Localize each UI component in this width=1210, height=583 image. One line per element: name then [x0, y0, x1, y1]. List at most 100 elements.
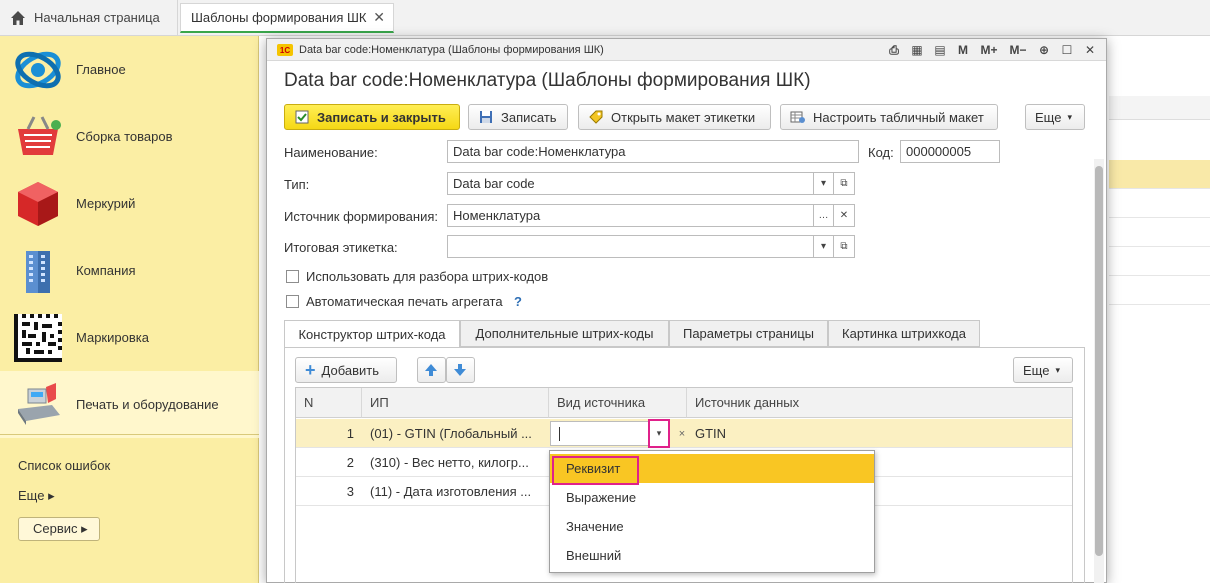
- type-dropdown-icon[interactable]: ▾: [813, 172, 834, 195]
- red-cube-icon: [18, 181, 58, 226]
- name-input[interactable]: Data bar code:Номенклатура: [447, 140, 859, 163]
- memory-m-icon[interactable]: M: [955, 42, 971, 58]
- row-ip: (310) - Вес нетто, килогр...: [370, 455, 529, 470]
- move-up-button[interactable]: [417, 357, 446, 383]
- service-button[interactable]: Сервис ▸: [18, 517, 100, 541]
- save-button[interactable]: Записать: [468, 104, 568, 130]
- sidebar-item-main[interactable]: Главное: [0, 36, 259, 103]
- memory-m-plus-icon[interactable]: M+: [978, 42, 1000, 58]
- column-header-source-kind[interactable]: Вид источника: [549, 388, 687, 418]
- setup-table-layout-label: Настроить табличный макет: [813, 109, 984, 125]
- column-header-data-source[interactable]: Источник данных: [687, 388, 1072, 418]
- final-label-open-icon[interactable]: ⧉: [834, 235, 855, 258]
- zoom-icon[interactable]: ⊕: [1036, 42, 1052, 58]
- tab-barcode-picture[interactable]: Картинка штрихкода: [828, 320, 980, 347]
- background-row: [1109, 160, 1210, 189]
- source-kind-clear-icon[interactable]: ×: [674, 419, 690, 448]
- add-row-button[interactable]: + Добавить: [295, 357, 397, 383]
- sidebar-item-company[interactable]: Компания: [0, 237, 259, 304]
- use-for-parsing-checkbox[interactable]: [286, 270, 299, 283]
- sidebar-item-label: Главное: [76, 62, 126, 77]
- print-icon[interactable]: ⎙: [886, 42, 902, 58]
- type-open-icon[interactable]: ⧉: [834, 172, 855, 195]
- 1c-logo-icon: 1С: [277, 43, 293, 56]
- auto-print-checkbox[interactable]: [286, 295, 299, 308]
- row-number: 3: [346, 484, 354, 499]
- background-list-header: [1109, 96, 1210, 120]
- close-window-icon[interactable]: ✕: [1082, 42, 1098, 58]
- setup-table-layout-button[interactable]: Настроить табличный макет: [780, 104, 998, 130]
- option-requisite[interactable]: Реквизит: [550, 454, 874, 485]
- help-icon[interactable]: ?: [514, 294, 522, 309]
- memory-m-minus-icon[interactable]: M−: [1007, 42, 1029, 58]
- source-label: Источник формирования:: [284, 209, 439, 224]
- source-kind-dropdown-icon[interactable]: ▾: [648, 419, 670, 448]
- save-label: Записать: [501, 109, 557, 125]
- errors-list-link[interactable]: Список ошибок: [18, 458, 110, 473]
- grid-more-label: Еще: [1023, 362, 1050, 378]
- tab-barcode-constructor[interactable]: Конструктор штрих-кода: [284, 320, 460, 348]
- sidebar-item-label: Компания: [76, 263, 136, 278]
- final-label-dropdown-icon[interactable]: ▾: [813, 235, 834, 258]
- scrollbar-thumb[interactable]: [1095, 166, 1103, 556]
- arrow-down-icon: [454, 364, 466, 376]
- document-tab[interactable]: Шаблоны формирования ШК ✕: [180, 3, 394, 33]
- sidebar-item-marking[interactable]: Маркировка: [0, 304, 259, 371]
- document-tab-label: Шаблоны формирования ШК: [191, 10, 367, 25]
- calendar-icon[interactable]: ▤: [932, 42, 948, 58]
- code-input[interactable]: 000000005: [900, 140, 1000, 163]
- sidebar-item-mercury[interactable]: Меркурий: [0, 170, 259, 237]
- source-clear-icon[interactable]: ✕: [834, 204, 855, 227]
- window-title-bar: 1С Data bar code:Номенклатура (Шаблоны ф…: [267, 39, 1106, 61]
- window-title: Data bar code:Номенклатура (Шаблоны форм…: [299, 43, 604, 56]
- option-external[interactable]: Внешний: [550, 541, 874, 570]
- source-select-icon[interactable]: …: [813, 204, 834, 227]
- grid-more-button[interactable]: Еще ▾: [1013, 357, 1073, 383]
- option-label: Выражение: [566, 490, 637, 505]
- option-label: Значение: [566, 519, 624, 534]
- chevron-down-icon: ▾: [1055, 364, 1060, 375]
- column-header-n[interactable]: N: [296, 388, 362, 418]
- type-input[interactable]: Data bar code: [447, 172, 814, 195]
- background-row: [1109, 276, 1210, 305]
- spreadsheet-icon[interactable]: ▦: [909, 42, 925, 58]
- close-tab-icon[interactable]: ✕: [373, 9, 385, 26]
- text-caret: [559, 427, 560, 441]
- save-close-icon: [295, 110, 309, 124]
- auto-print-label: Автоматическая печать агрегата: [306, 294, 503, 309]
- maximize-icon[interactable]: ☐: [1059, 42, 1075, 58]
- more-actions-button[interactable]: Еще ▾: [1025, 104, 1085, 130]
- table-row[interactable]: 1 (01) - GTIN (Глобальный ... ▾ × GTIN: [296, 419, 1072, 448]
- option-value[interactable]: Значение: [550, 512, 874, 541]
- building-icon: [26, 250, 50, 293]
- tab-page-settings[interactable]: Параметры страницы: [669, 320, 828, 347]
- move-down-button[interactable]: [446, 357, 475, 383]
- table-settings-icon: [790, 111, 805, 123]
- sidebar-item-label: Сборка товаров: [76, 129, 173, 144]
- save-and-close-button[interactable]: Записать и закрыть: [284, 104, 460, 130]
- use-for-parsing-label: Использовать для разбора штрих-кодов: [306, 269, 549, 284]
- background-row: [1109, 218, 1210, 247]
- home-tab[interactable]: Начальная страница: [0, 0, 178, 35]
- arrow-up-icon: [425, 364, 437, 376]
- code-label: Код:: [868, 145, 894, 160]
- window-controls: ⎙ ▦ ▤ M M+ M− ⊕ ☐ ✕: [886, 42, 1098, 58]
- source-input[interactable]: Номенклатура: [447, 204, 814, 227]
- more-link[interactable]: Еще ▸: [18, 488, 55, 504]
- row-ip: (11) - Дата изготовления ...: [370, 484, 532, 499]
- open-label-layout-label: Открыть макет этикетки: [611, 109, 756, 125]
- open-label-layout-button[interactable]: Открыть макет этикетки: [578, 104, 771, 130]
- background-row: [1109, 247, 1210, 276]
- save-and-close-label: Записать и закрыть: [317, 109, 446, 125]
- tab-additional-barcodes[interactable]: Дополнительные штрих-коды: [460, 320, 669, 347]
- more-actions-label: Еще: [1035, 109, 1062, 125]
- svg-text:1С: 1С: [280, 46, 290, 55]
- column-header-ip[interactable]: ИП: [362, 388, 549, 418]
- final-label-input[interactable]: [447, 235, 814, 258]
- sidebar-item-print-equipment[interactable]: Печать и оборудование: [0, 371, 259, 438]
- sidebar-item-assembly[interactable]: Сборка товаров: [0, 103, 259, 170]
- option-expression[interactable]: Выражение: [550, 483, 874, 512]
- background-row: [1109, 189, 1210, 218]
- option-label: Внешний: [566, 548, 622, 563]
- form-title: Data bar code:Номенклатура (Шаблоны форм…: [284, 70, 811, 91]
